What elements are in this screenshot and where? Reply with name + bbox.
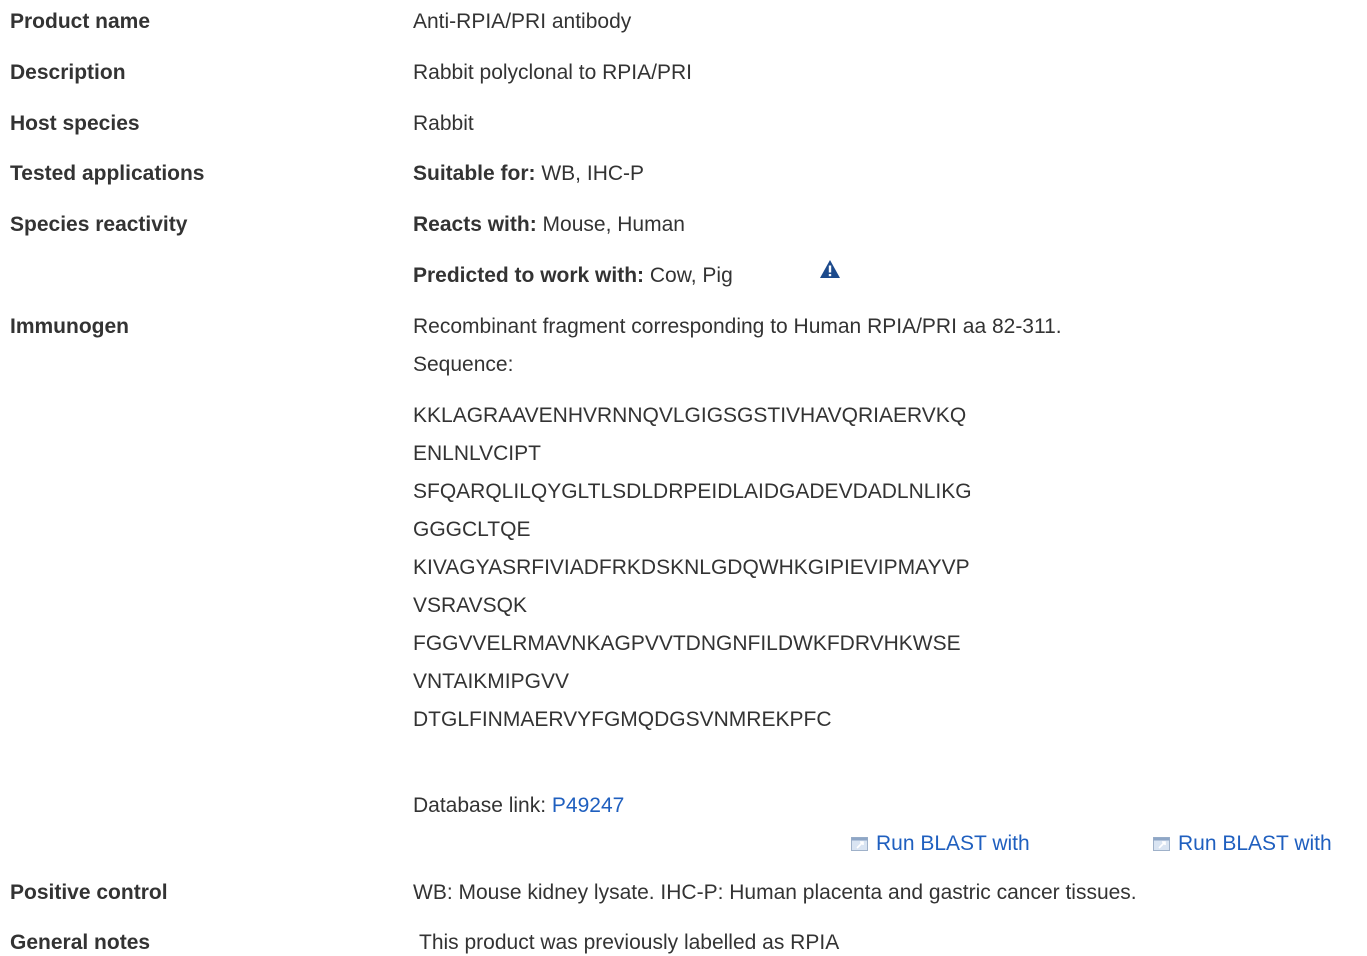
reacts-with-prefix: Reacts with:	[413, 213, 537, 236]
suitable-for-prefix: Suitable for:	[413, 162, 536, 185]
sequence-line: VNTAIKMIPGVV	[413, 670, 569, 693]
sequence-line: GGGCLTQE	[413, 518, 531, 541]
sequence-line: DTGLFINMAERVYFGMQDGSVNMREKPFC	[413, 708, 832, 731]
positive-control-label: Positive control	[10, 881, 168, 904]
predicted-to-work-value: Predicted to work with: Cow, Pig	[413, 263, 733, 289]
immunogen-description: Recombinant fragment corresponding to Hu…	[413, 315, 1062, 338]
tested-applications-value: Suitable for: WB, IHC-P	[413, 161, 644, 187]
product-name-label: Product name	[10, 10, 151, 33]
predicted-prefix: Predicted to work with:	[413, 264, 645, 287]
run-blast-link-1[interactable]: Run BLAST with	[851, 831, 1030, 857]
host-species-value: Rabbit	[413, 112, 474, 135]
sequence-line: FGGVVELRMAVNKAGPVVTDNGNFILDWKFDRVHKWSE	[413, 632, 961, 655]
run-blast-label: Run BLAST with	[1178, 832, 1332, 855]
general-notes-label: General notes	[10, 931, 151, 954]
sequence-line: VSRAVSQK	[413, 594, 527, 617]
sequence-line: SFQARQLILQYGLTLSDLDRPEIDLAIDGADEVDADLNLI…	[413, 480, 972, 503]
sequence-line: ENLNLVCIPT	[413, 442, 541, 465]
predicted-list: Cow, Pig	[649, 264, 733, 287]
sequence-line: KIVAGYASRFIVIADFRKDSKNLGDQWHKGIPIEVIPMAY…	[413, 556, 970, 579]
description-value: Rabbit polyclonal to RPIA/PRI	[413, 61, 692, 84]
database-link-prefix: Database link:	[413, 794, 547, 817]
sequence-block: KKLAGRAAVENHVRNNQVLGIGSGSTIVHAVQRIAERVKQ…	[413, 403, 972, 745]
description-label: Description	[10, 61, 126, 84]
host-species-label: Host species	[10, 112, 140, 135]
external-link-icon	[851, 837, 868, 851]
run-blast-link-2[interactable]: Run BLAST with	[1153, 831, 1332, 857]
database-link[interactable]: P49247	[552, 794, 624, 817]
suitable-for-list: WB, IHC-P	[541, 162, 645, 185]
reacts-with-list: Mouse, Human	[542, 213, 685, 236]
sequence-label: Sequence:	[413, 353, 514, 376]
reacts-with-value: Reacts with: Mouse, Human	[413, 212, 685, 238]
product-name-value: Anti-RPIA/PRI antibody	[413, 10, 632, 33]
run-blast-label: Run BLAST with	[876, 832, 1030, 855]
general-notes-value: This product was previously labelled as …	[419, 931, 840, 954]
sequence-line: KKLAGRAAVENHVRNNQVLGIGSGSTIVHAVQRIAERVKQ	[413, 404, 967, 427]
database-link-row: Database link: P49247	[413, 793, 624, 819]
immunogen-label: Immunogen	[10, 315, 129, 338]
species-reactivity-label: Species reactivity	[10, 213, 188, 236]
warning-triangle-icon[interactable]	[819, 259, 841, 279]
positive-control-value: WB: Mouse kidney lysate. IHC-P: Human pl…	[413, 881, 1137, 904]
external-link-icon	[1153, 837, 1170, 851]
tested-applications-label: Tested applications	[10, 162, 205, 185]
